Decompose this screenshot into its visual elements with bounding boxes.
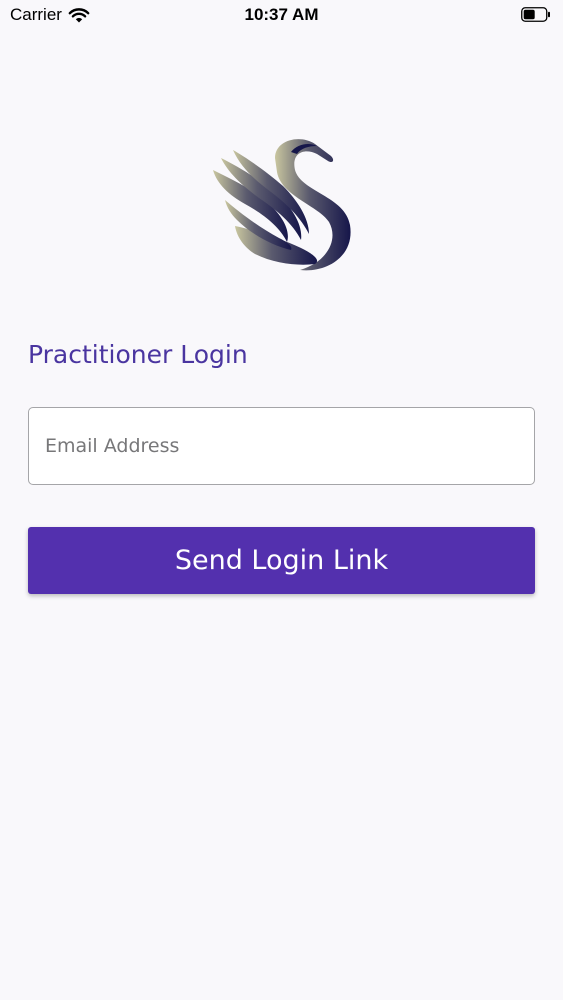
send-login-link-button[interactable]: Send Login Link [28,527,535,594]
email-field[interactable] [28,407,535,485]
status-bar: Carrier 10:37 AM [0,0,563,30]
swan-logo-icon [213,139,351,271]
clock: 10:37 AM [244,5,319,24]
battery-icon [521,7,550,22]
page-title: Practitioner Login [28,340,248,369]
